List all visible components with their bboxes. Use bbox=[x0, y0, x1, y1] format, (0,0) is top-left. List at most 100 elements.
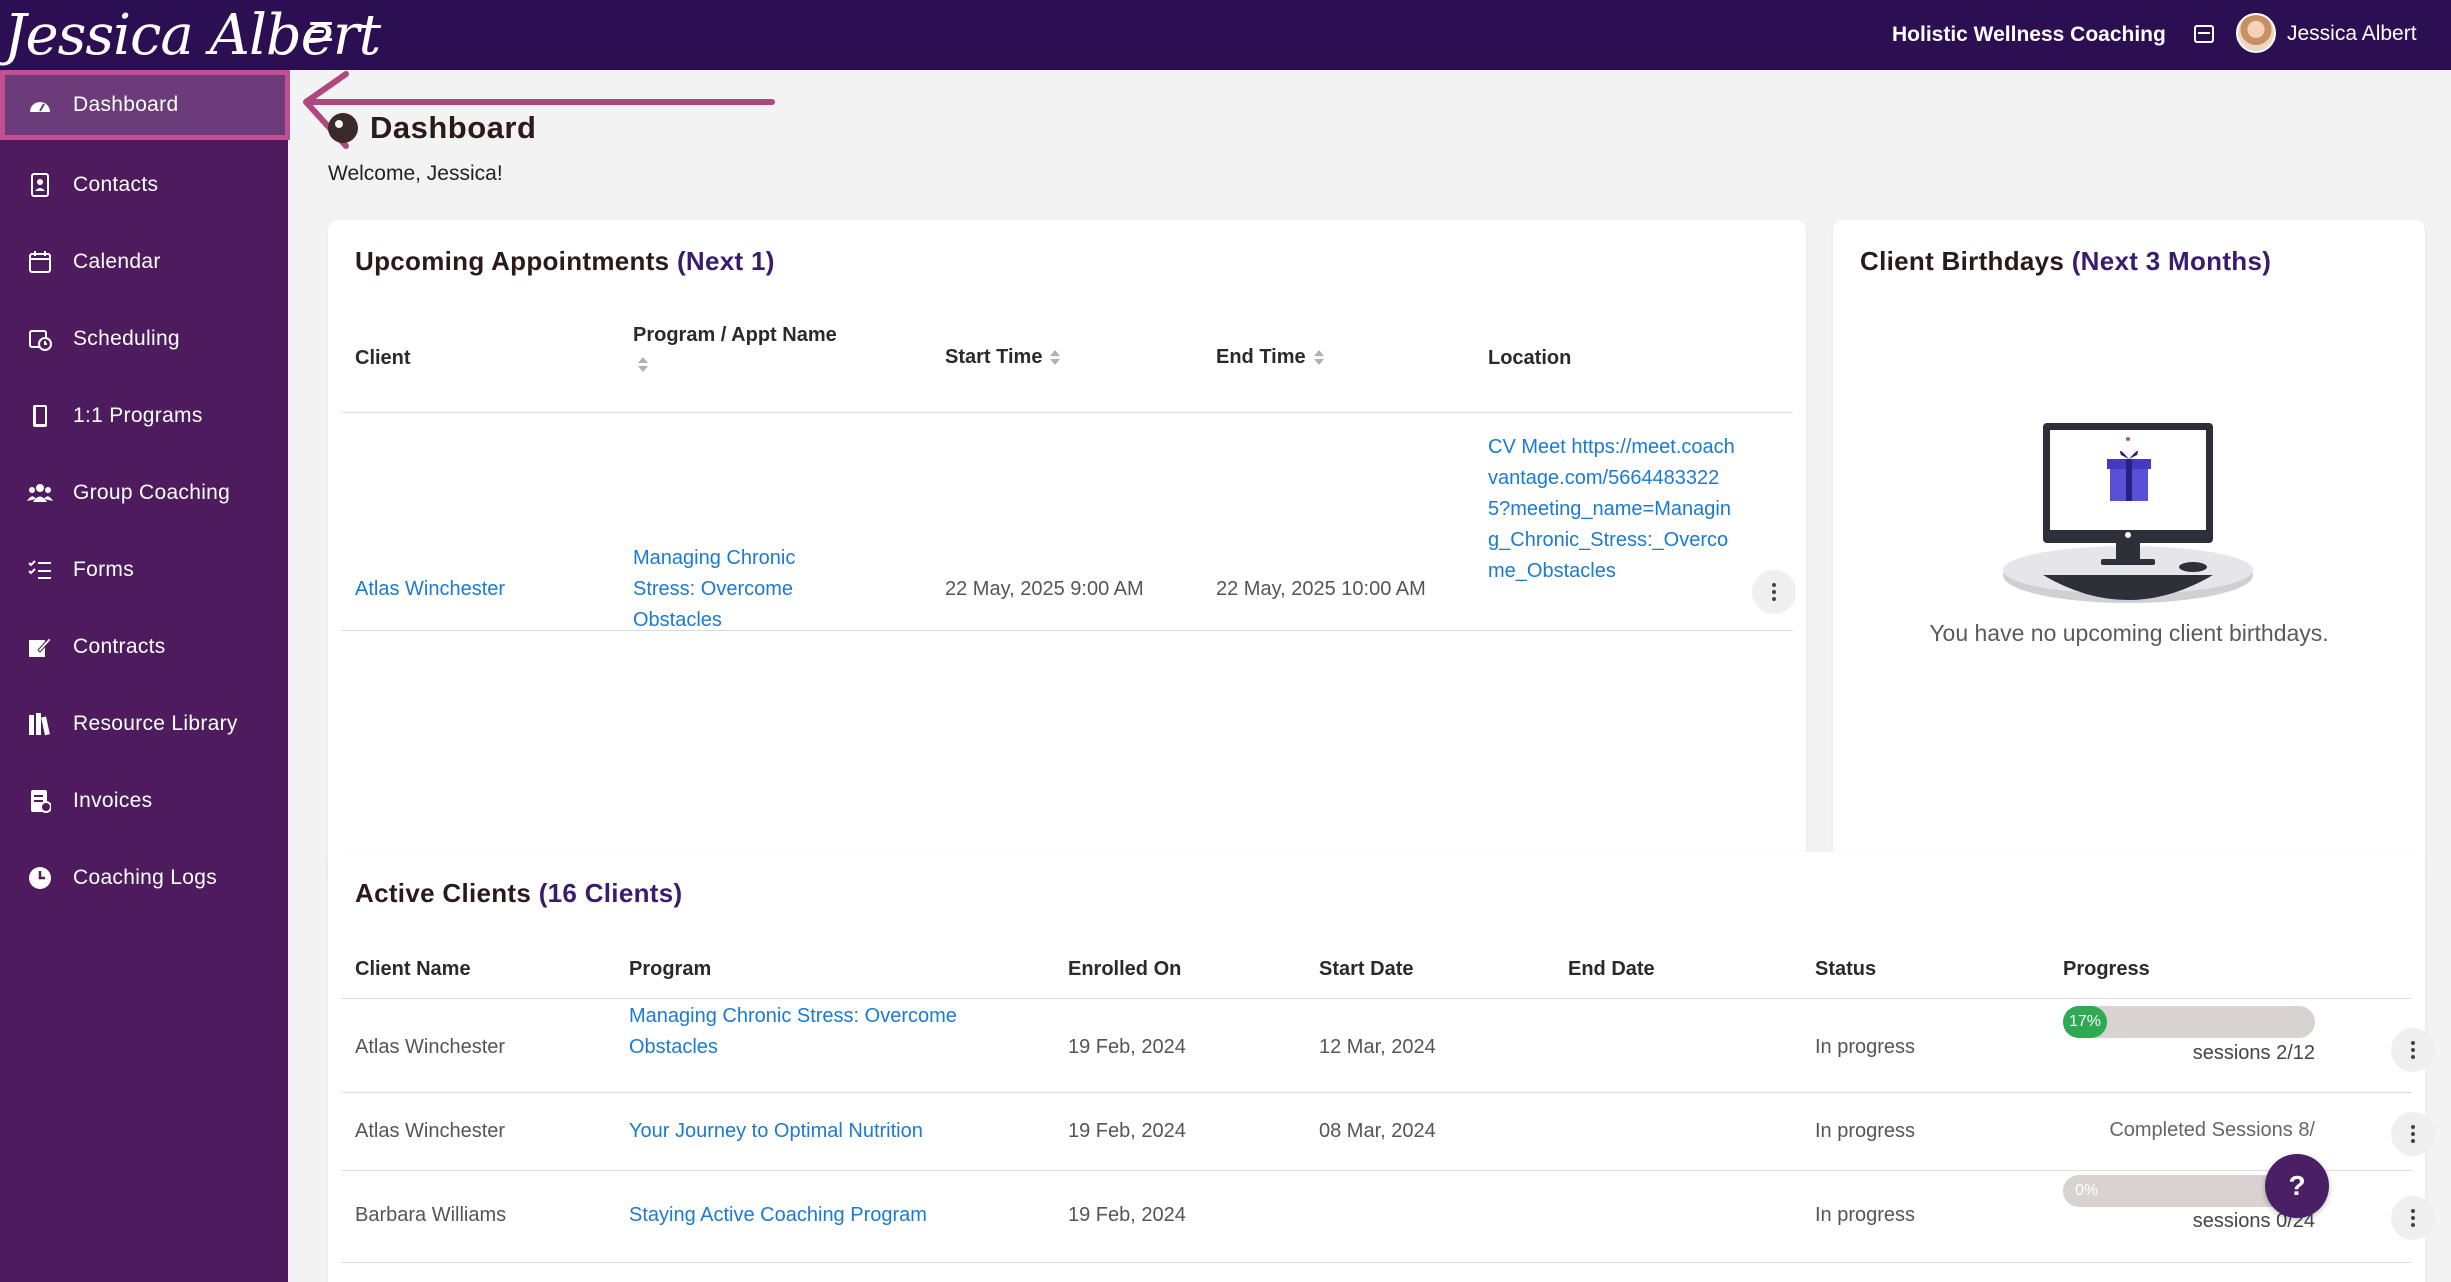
active-clients-card: Active Clients (16 Clients) Client Name … bbox=[328, 852, 2435, 1282]
column-header-start-time[interactable]: Start Time bbox=[945, 346, 1061, 369]
client-start-date: 08 Mar, 2024 bbox=[1319, 1120, 1436, 1142]
client-program-link[interactable]: Managing Chronic Stress: Overcome Obstac… bbox=[629, 1001, 1039, 1063]
sidebar-item-label: 1:1 Programs bbox=[73, 404, 203, 427]
page-title: Dashboard bbox=[328, 110, 536, 146]
column-header-client-name: Client Name bbox=[355, 958, 471, 980]
column-header-end-time-text: End Time bbox=[1216, 346, 1306, 368]
progress-caption: Completed Sessions 8/ bbox=[2109, 1119, 2315, 1141]
progress-bar: 17% bbox=[2063, 1006, 2315, 1038]
top-bar: Jessica Albert Holistic Wellness Coachin… bbox=[0, 0, 2451, 70]
invoice-icon bbox=[27, 788, 53, 814]
gauge-icon bbox=[27, 92, 53, 118]
table-divider bbox=[341, 998, 2412, 999]
sidebar-item-label: Invoices bbox=[73, 789, 153, 812]
birthdays-title-text: Client Birthdays bbox=[1860, 246, 2065, 276]
column-header-progress: Progress bbox=[2063, 958, 2150, 980]
appointment-program-link[interactable]: Managing Chronic Stress: Overcome Obstac… bbox=[633, 543, 853, 636]
sidebar-item-label: Scheduling bbox=[73, 327, 180, 350]
help-button[interactable]: ? bbox=[2265, 1154, 2329, 1218]
computer-gift-illustration-icon bbox=[2003, 423, 2253, 603]
appointments-count: (Next 1) bbox=[676, 246, 775, 276]
column-header-client: Client bbox=[355, 347, 411, 369]
active-clients-title: Active Clients (16 Clients) bbox=[355, 878, 682, 909]
client-program-link[interactable]: Your Journey to Optimal Nutrition bbox=[629, 1116, 923, 1147]
sidebar-item-invoices[interactable]: Invoices bbox=[0, 766, 288, 836]
appointment-start-time: 22 May, 2025 9:00 AM bbox=[945, 578, 1144, 600]
calendar-clock-icon bbox=[27, 326, 53, 352]
sidebar-item-label: Contracts bbox=[73, 635, 166, 658]
sort-icon[interactable] bbox=[1313, 349, 1324, 366]
sidebar: Dashboard Contacts Calendar Scheduling 1… bbox=[0, 70, 290, 1282]
brand-logo[interactable]: Jessica Albert bbox=[0, 0, 381, 70]
sidebar-item-label: Group Coaching bbox=[73, 481, 231, 504]
sidebar-item-forms[interactable]: Forms bbox=[0, 535, 288, 605]
sidebar-item-scheduling[interactable]: Scheduling bbox=[0, 304, 288, 374]
sidebar-item-label: Calendar bbox=[73, 250, 161, 273]
column-header-enrolled-on: Enrolled On bbox=[1068, 958, 1182, 980]
appointment-location-link[interactable]: CV Meet https://meet.coachvantage.com/56… bbox=[1488, 432, 1736, 587]
menu-toggle-icon[interactable] bbox=[310, 22, 336, 48]
sidebar-item-label: Dashboard bbox=[73, 93, 179, 116]
client-enrolled-on: 19 Feb, 2024 bbox=[1068, 1036, 1186, 1058]
main-content: Dashboard Welcome, Jessica! Upcoming App… bbox=[288, 70, 2451, 1282]
client-enrolled-on: 19 Feb, 2024 bbox=[1068, 1204, 1186, 1226]
avatar[interactable] bbox=[2236, 13, 2276, 53]
column-header-program-text: Program / Appt Name bbox=[633, 324, 837, 346]
sidebar-item-contacts[interactable]: Contacts bbox=[0, 150, 288, 220]
appointment-client-link[interactable]: Atlas Winchester bbox=[355, 574, 505, 605]
sort-icon[interactable] bbox=[1050, 349, 1061, 366]
active-clients-title-text: Active Clients bbox=[355, 878, 532, 908]
sidebar-item-label: Contacts bbox=[73, 173, 159, 196]
table-divider bbox=[341, 412, 1793, 413]
table-divider bbox=[341, 1092, 2412, 1093]
book-icon bbox=[27, 403, 53, 429]
sidebar-item-label: Forms bbox=[73, 558, 134, 581]
sidebar-item-label: Resource Library bbox=[73, 712, 238, 735]
sidebar-item-label: Coaching Logs bbox=[73, 866, 217, 889]
checklist-icon bbox=[27, 557, 53, 583]
sidebar-item-resource-library[interactable]: Resource Library bbox=[0, 689, 288, 759]
column-header-program[interactable]: Program / Appt Name bbox=[633, 324, 837, 373]
sidebar-item-dashboard[interactable]: Dashboard bbox=[0, 70, 290, 140]
sidebar-item-programs[interactable]: 1:1 Programs bbox=[0, 381, 288, 451]
client-name: Barbara Williams bbox=[355, 1204, 507, 1226]
palette-icon bbox=[328, 113, 358, 143]
client-start-date: 12 Mar, 2024 bbox=[1319, 1036, 1436, 1058]
books-icon bbox=[27, 711, 53, 737]
appointments-title-text: Upcoming Appointments bbox=[355, 246, 670, 276]
appointments-title: Upcoming Appointments (Next 1) bbox=[355, 246, 775, 277]
column-header-end-time[interactable]: End Time bbox=[1216, 346, 1324, 369]
client-enrolled-on: 19 Feb, 2024 bbox=[1068, 1120, 1186, 1142]
row-actions-button[interactable] bbox=[1752, 570, 1796, 614]
progress-caption: sessions 0/24 bbox=[2192, 1210, 2315, 1232]
sidebar-item-coaching-logs[interactable]: Coaching Logs bbox=[0, 843, 288, 913]
client-birthdays-card: Client Birthdays (Next 3 Months) You hav… bbox=[1833, 220, 2425, 885]
row-actions-button[interactable] bbox=[2391, 1028, 2435, 1072]
progress-fill: 0% bbox=[2075, 1182, 2099, 1199]
sidebar-item-calendar[interactable]: Calendar bbox=[0, 227, 288, 297]
user-name[interactable]: Jessica Albert bbox=[2287, 22, 2417, 46]
column-header-end-date: End Date bbox=[1568, 958, 1655, 980]
client-name: Atlas Winchester bbox=[355, 1036, 506, 1058]
calendar-icon bbox=[27, 249, 53, 275]
sidebar-item-group-coaching[interactable]: Group Coaching bbox=[0, 458, 288, 528]
sidebar-item-contracts[interactable]: Contracts bbox=[0, 612, 288, 682]
column-header-start-date: Start Date bbox=[1319, 958, 1414, 980]
client-status: In progress bbox=[1815, 1036, 1916, 1058]
progress-caption: sessions 2/12 bbox=[2192, 1042, 2315, 1064]
business-switch-icon[interactable] bbox=[2194, 25, 2214, 43]
sort-icon[interactable] bbox=[638, 357, 648, 373]
client-status: In progress bbox=[1815, 1204, 1916, 1226]
business-name[interactable]: Holistic Wellness Coaching bbox=[1892, 23, 2166, 47]
clock-icon bbox=[27, 865, 53, 891]
table-divider bbox=[341, 1262, 2412, 1263]
row-actions-button[interactable] bbox=[2391, 1196, 2435, 1240]
client-program-link[interactable]: Staying Active Coaching Program bbox=[629, 1200, 927, 1231]
client-name: Atlas Winchester bbox=[355, 1120, 506, 1142]
table-divider bbox=[341, 1170, 2412, 1171]
users-icon bbox=[27, 480, 53, 506]
welcome-message: Welcome, Jessica! bbox=[328, 162, 503, 185]
row-actions-button[interactable] bbox=[2391, 1112, 2435, 1156]
active-clients-count: (16 Clients) bbox=[538, 878, 683, 908]
column-header-location: Location bbox=[1488, 347, 1572, 369]
